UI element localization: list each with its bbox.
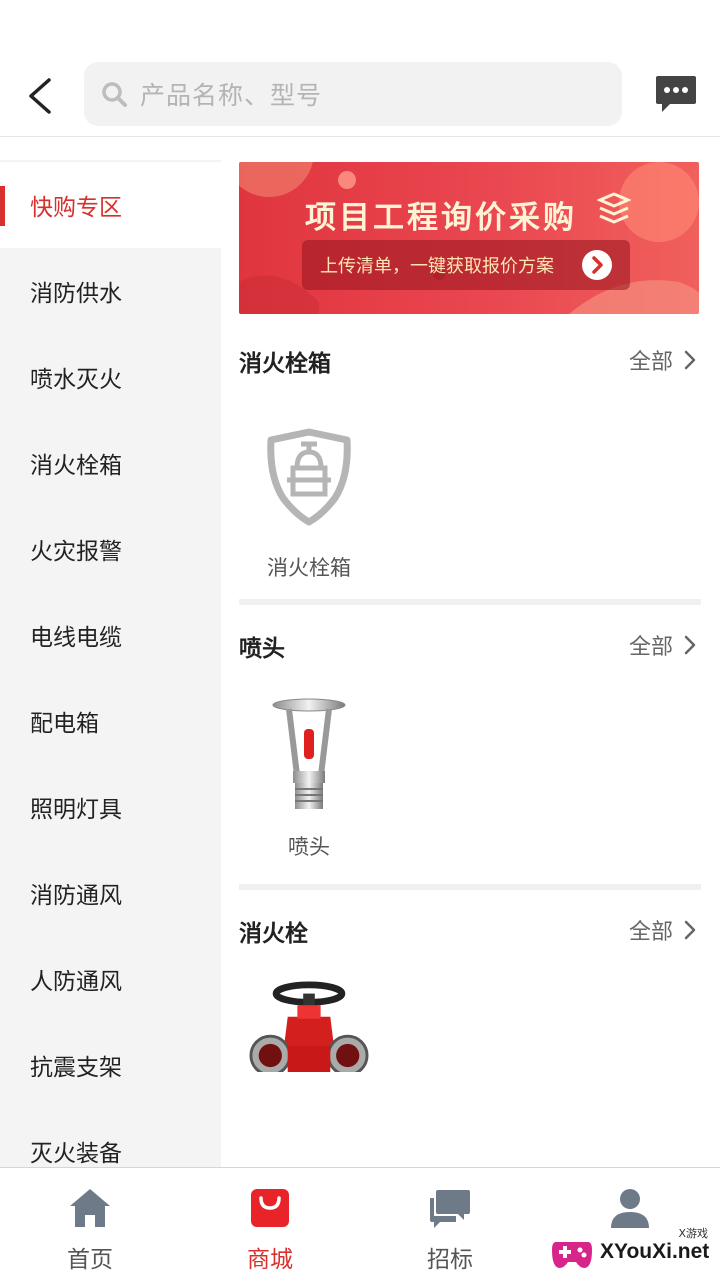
sidebar-item-cables[interactable]: 电线电缆 [0,592,221,678]
watermark-small-text: X游戏 [678,1227,708,1240]
search-input[interactable]: 产品名称、型号 [84,62,622,126]
back-arrow-icon [29,78,51,114]
back-button[interactable] [18,72,62,120]
section-sprinkler: 喷头 全部 喷头 [239,629,701,869]
top-bar: 产品名称、型号 [0,0,720,137]
section-title: 喷头 [239,636,285,662]
product-card[interactable]: 喷头 [249,695,369,861]
watermark-text: XYouXi.net [600,1240,710,1263]
sidebar-item-fire-alarm[interactable]: 火灾报警 [0,506,221,592]
sidebar-item-ventilation[interactable]: 消防通风 [0,850,221,936]
shop-bag-icon [251,1189,289,1227]
chevron-right-icon [684,350,696,370]
sprinkler-head-image [249,695,369,815]
banner-cta[interactable]: 上传清单，一键获取报价方案 [302,240,630,290]
section-hydrant: 消火栓 全部 [239,914,701,1168]
hydrant-valve-image [249,976,369,1072]
sidebar-item-quick-buy[interactable]: 快购专区 [0,162,221,248]
watermark: XYouXi.net X游戏 [548,1223,720,1280]
gamepad-logo-icon [552,1242,592,1268]
banner-title: 项目工程询价采购 [305,200,577,236]
product-name: 喷头 [288,835,330,859]
sidebar-item-extinguishing-equipment[interactable]: 灭火装备 [0,1108,221,1168]
message-button[interactable] [654,72,698,116]
sidebar-item-lighting[interactable]: 照明灯具 [0,764,221,850]
tab-shop[interactable]: 商城 [180,1168,360,1280]
bottom-tab-bar: 首页 商城 招标 XYouXi.net X游戏 [0,1167,720,1280]
promo-banner[interactable]: 项目工程询价采购 上传清单，一键获取报价方案 [239,162,699,314]
message-icon [656,76,696,112]
arrow-right-circle-icon [582,250,612,280]
view-all-link[interactable]: 全部 [629,344,697,376]
chevron-right-icon [684,635,696,655]
category-sidebar: 快购专区 消防供水 喷水灭火 消火栓箱 火灾报警 电线电缆 配电箱 照明灯具 消… [0,160,221,1168]
sidebar-item-civil-defense-ventilation[interactable]: 人防通风 [0,936,221,1022]
section-title: 消火栓 [239,921,308,947]
section-divider [239,884,701,890]
sidebar-item-distribution-box[interactable]: 配电箱 [0,678,221,764]
product-list-panel: 项目工程询价采购 上传清单，一键获取报价方案 消火栓箱 全部 消火栓箱 喷头 全… [221,138,720,1168]
search-placeholder: 产品名称、型号 [140,81,323,110]
section-hydrant-box: 消火栓箱 全部 消火栓箱 [239,344,701,584]
search-icon [102,82,127,107]
section-title: 消火栓箱 [239,351,331,377]
view-all-link[interactable]: 全部 [629,914,697,946]
sidebar-item-water-supply[interactable]: 消防供水 [0,248,221,334]
product-name: 消火栓箱 [267,556,351,580]
sidebar-item-hydrant-box[interactable]: 消火栓箱 [0,420,221,506]
chat-bubbles-icon [430,1190,470,1228]
hydrant-box-icon [249,416,369,536]
chevron-right-icon [684,920,696,940]
banner-decoration [239,162,699,314]
product-card[interactable]: 消火栓箱 [249,416,369,582]
tab-bidding[interactable]: 招标 [360,1168,540,1280]
layers-icon [597,192,631,224]
sidebar-item-seismic-bracket[interactable]: 抗震支架 [0,1022,221,1108]
sidebar-item-sprinkler[interactable]: 喷水灭火 [0,334,221,420]
tab-home[interactable]: 首页 [0,1168,180,1280]
home-icon [70,1189,110,1227]
section-divider [239,599,701,605]
product-card[interactable] [249,976,369,1072]
view-all-link[interactable]: 全部 [629,629,697,661]
banner-subtitle: 上传清单，一键获取报价方案 [320,256,554,277]
